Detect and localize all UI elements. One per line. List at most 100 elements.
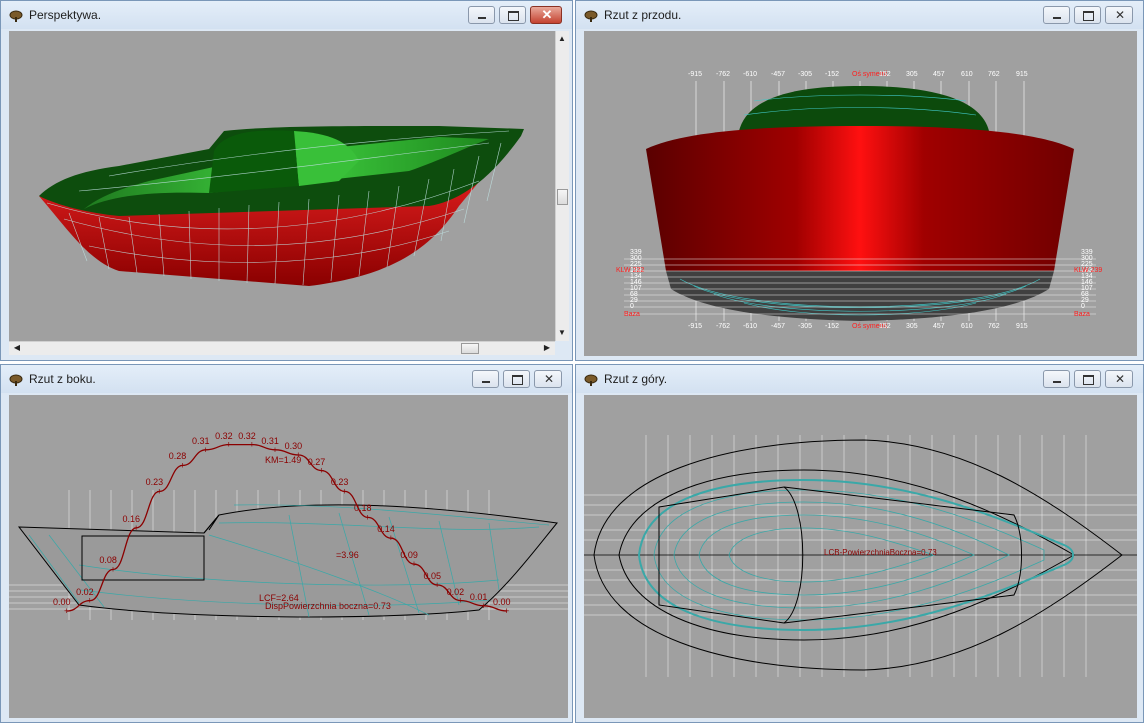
- minimize-button[interactable]: [468, 6, 495, 24]
- top-view-viewport[interactable]: LCB-PowierzchniaBoczna=0.73: [584, 395, 1137, 718]
- close-button[interactable]: ✕: [1105, 370, 1133, 388]
- curve-value-label: 0.32: [215, 430, 233, 441]
- curve-point-marker: +: [133, 523, 138, 533]
- side-view-titlebar[interactable]: Rzut z boku. ✕: [1, 365, 572, 393]
- curve-value-label: 0.14: [377, 524, 395, 535]
- window-title: Rzut z przodu.: [604, 8, 682, 22]
- curve-value-label: 0.09: [400, 550, 418, 561]
- curve-point-marker: +: [435, 580, 440, 590]
- close-button[interactable]: ✕: [1105, 6, 1133, 24]
- curve-point-marker: +: [458, 596, 463, 606]
- minimize-icon: [482, 381, 490, 383]
- perspective-window: Perspektywa. ✕ ▲ ▼ ◀ ▶: [0, 0, 573, 361]
- maximize-button[interactable]: [499, 6, 526, 24]
- curve-point-marker: +: [249, 440, 254, 450]
- x-tick-label: -457: [771, 323, 786, 330]
- curve-point-marker: +: [180, 460, 185, 470]
- perspective-viewport[interactable]: [9, 31, 555, 341]
- x-tick-label: -762: [716, 323, 731, 330]
- x-tick-label: 305: [906, 323, 918, 330]
- curve-value-label: 0.00: [53, 597, 71, 607]
- curve-point-marker: +: [365, 512, 370, 522]
- window-title: Rzut z boku.: [29, 372, 96, 386]
- scroll-thumb-vertical[interactable]: [557, 189, 568, 205]
- curve-value-label: 0.01: [469, 591, 488, 602]
- curve-value-label: 0.23: [145, 477, 164, 488]
- curve-value-label: 0.02: [446, 586, 465, 597]
- curve-point-marker: +: [157, 486, 162, 496]
- minimize-icon: [478, 17, 486, 19]
- close-button[interactable]: ✕: [530, 6, 562, 24]
- right-base-label: Baza: [1074, 311, 1090, 318]
- minimize-button[interactable]: [472, 370, 499, 388]
- curve-point-marker: +: [272, 445, 277, 455]
- x-tick-label: -915: [688, 71, 703, 78]
- close-icon: ✕: [541, 7, 553, 22]
- front-view-titlebar[interactable]: Rzut z przodu. ✕: [576, 1, 1143, 29]
- left-base-label: Baza: [624, 311, 640, 318]
- maximize-icon: [512, 375, 523, 385]
- x-tick-label: -152: [825, 71, 840, 78]
- curve-value-label: 0.00: [493, 597, 511, 607]
- close-icon: ✕: [1114, 8, 1126, 22]
- vertical-scrollbar[interactable]: ▲ ▼: [555, 31, 569, 341]
- volume-annotation: =3.96: [336, 550, 359, 560]
- boat-perspective-render: [39, 126, 524, 286]
- perspective-titlebar[interactable]: Perspektywa. ✕: [1, 1, 572, 29]
- close-icon: ✕: [543, 372, 555, 386]
- front-view-window: Rzut z przodu. ✕ -915 -762 -610 -457 -30…: [575, 0, 1144, 361]
- x-tick-label: 457: [933, 71, 945, 78]
- curve-value-label: 0.05: [423, 571, 442, 581]
- side-view-viewport[interactable]: + + + + + + + + + + + + + + + + + + + + 0.00 0.02 0.08 0.16 0.2…: [9, 395, 568, 718]
- x-tick-label: -762: [716, 71, 731, 78]
- curve-value-label: 0.08: [99, 555, 117, 566]
- curve-point-marker: +: [481, 601, 486, 611]
- curve-point-marker: +: [110, 564, 115, 574]
- x-tick-label: 152: [879, 71, 891, 78]
- window-title: Rzut z góry.: [604, 372, 668, 386]
- maximize-button[interactable]: [1074, 370, 1101, 388]
- x-tick-label: -305: [798, 71, 813, 78]
- scroll-thumb-horizontal[interactable]: [461, 343, 479, 354]
- app-icon: [584, 374, 598, 386]
- x-tick-label: -915: [688, 323, 703, 330]
- x-tick-label: 610: [961, 71, 973, 78]
- minimize-button[interactable]: [1043, 370, 1070, 388]
- curve-point-marker: +: [411, 559, 416, 569]
- waterline-label: 0: [630, 303, 634, 310]
- curve-value-label: 0.32: [238, 430, 256, 441]
- left-klw-label: KLW 222: [616, 267, 645, 274]
- top-view-titlebar[interactable]: Rzut z góry. ✕: [576, 365, 1143, 393]
- curve-point-marker: +: [504, 606, 509, 616]
- lcb-annotation: LCB-PowierzchniaBoczna=0.73: [824, 548, 937, 557]
- curve-value-label: 0.30: [284, 441, 303, 451]
- minimize-button[interactable]: [1043, 6, 1070, 24]
- x-tick-label: 152: [879, 323, 891, 330]
- scroll-up-icon[interactable]: ▲: [556, 33, 568, 45]
- horizontal-scrollbar[interactable]: ◀ ▶: [9, 341, 555, 355]
- curve-point-marker: +: [319, 466, 324, 476]
- x-tick-label: -610: [743, 323, 758, 330]
- curve-value-label: 0.18: [354, 503, 372, 514]
- x-tick-label: 610: [961, 323, 973, 330]
- disp-annotation: DispPowierzchnia boczna=0.73: [265, 601, 391, 611]
- maximize-button[interactable]: [503, 370, 530, 388]
- right-klw-label: KLW 239: [1074, 267, 1103, 274]
- front-view-viewport[interactable]: -915 -762 -610 -457 -305 -152 Oś symetrii 152 30…: [584, 31, 1137, 356]
- close-button[interactable]: ✕: [534, 370, 562, 388]
- window-title: Perspektywa.: [29, 8, 102, 22]
- x-tick-label: -610: [743, 71, 758, 78]
- x-tick-label: -305: [798, 323, 813, 330]
- x-tick-label: 762: [988, 323, 1000, 330]
- maximize-icon: [508, 11, 519, 21]
- scroll-down-icon[interactable]: ▼: [556, 327, 568, 339]
- curve-point-marker: +: [388, 533, 393, 543]
- curve-point-marker: +: [203, 445, 208, 455]
- scroll-right-icon[interactable]: ▶: [541, 342, 553, 354]
- curve-value-label: 0.27: [307, 456, 326, 467]
- maximize-button[interactable]: [1074, 6, 1101, 24]
- curve-point-marker: +: [87, 596, 92, 606]
- scroll-left-icon[interactable]: ◀: [11, 342, 23, 354]
- maximize-icon: [1083, 375, 1094, 385]
- x-tick-label: 915: [1016, 71, 1028, 78]
